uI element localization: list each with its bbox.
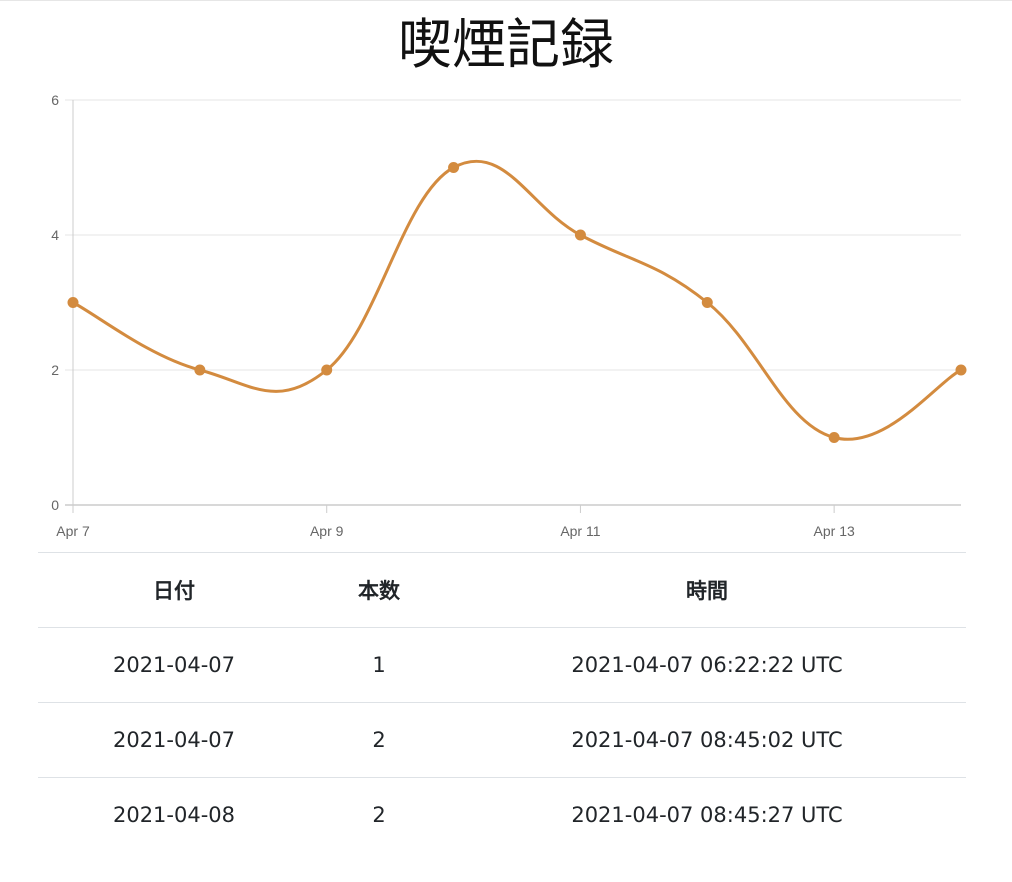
chart-points [67, 162, 967, 443]
chart-axes [65, 100, 961, 513]
data-point [194, 364, 206, 376]
cell-count: 1 [372, 653, 386, 677]
x-tick-label: Apr 11 [560, 523, 600, 539]
smoking-log-table: 日付 本数 時間 2021-04-07 1 2021-04-07 06:22:2… [38, 552, 966, 852]
y-tick-label: 6 [51, 92, 59, 108]
y-tick-label: 2 [51, 362, 59, 378]
header-time: 時間 [448, 552, 966, 628]
page-title: 喫煙記録 [398, 13, 614, 76]
cell-count: 2 [310, 777, 448, 852]
data-point [828, 432, 840, 443]
x-tick-label: Apr 13 [814, 523, 855, 539]
chart-series [72, 159, 962, 441]
table-row: 2021-04-08 2 2021-04-07 08:45:27 UTC [38, 777, 966, 852]
cell-time: 2021-04-07 08:45:27 UTC [448, 777, 966, 852]
data-point [448, 162, 460, 173]
data-point [701, 297, 713, 308]
data-point [955, 364, 967, 376]
data-point [67, 297, 79, 308]
cell-time: 2021-04-07 06:22:22 UTC [571, 653, 843, 677]
chart-tick-labels: 0 2 4 6 Apr 7 Apr 9 Apr 11 Apr 13 [51, 92, 855, 539]
smoking-line-chart: 0 2 4 6 Apr 7 Apr 9 Apr 11 Apr 13 [51, 92, 967, 539]
cell-date: 2021-04-07 [38, 702, 310, 778]
data-point [321, 364, 333, 376]
y-tick-label: 4 [51, 227, 59, 243]
table-row: 2021-04-07 1 2021-04-07 06:22:22 UTC [38, 628, 966, 703]
x-tick-label: Apr 9 [310, 523, 344, 539]
cell-date: 2021-04-08 [38, 777, 310, 852]
data-point [574, 229, 586, 241]
y-tick-label: 0 [51, 497, 59, 513]
series-line [72, 159, 962, 441]
header-date: 日付 [38, 552, 310, 628]
x-tick-label: Apr 7 [56, 523, 90, 539]
top-divider [0, 0, 1012, 1]
table-header-row: 日付 本数 時間 [38, 552, 966, 628]
cell-count: 2 [310, 702, 448, 778]
chart-grid [65, 99, 961, 371]
cell-time: 2021-04-07 08:45:02 UTC [448, 702, 966, 778]
table-row: 2021-04-07 2 2021-04-07 08:45:02 UTC [38, 702, 966, 778]
header-count: 本数 [310, 552, 448, 628]
cell-date: 2021-04-07 [112, 653, 236, 677]
